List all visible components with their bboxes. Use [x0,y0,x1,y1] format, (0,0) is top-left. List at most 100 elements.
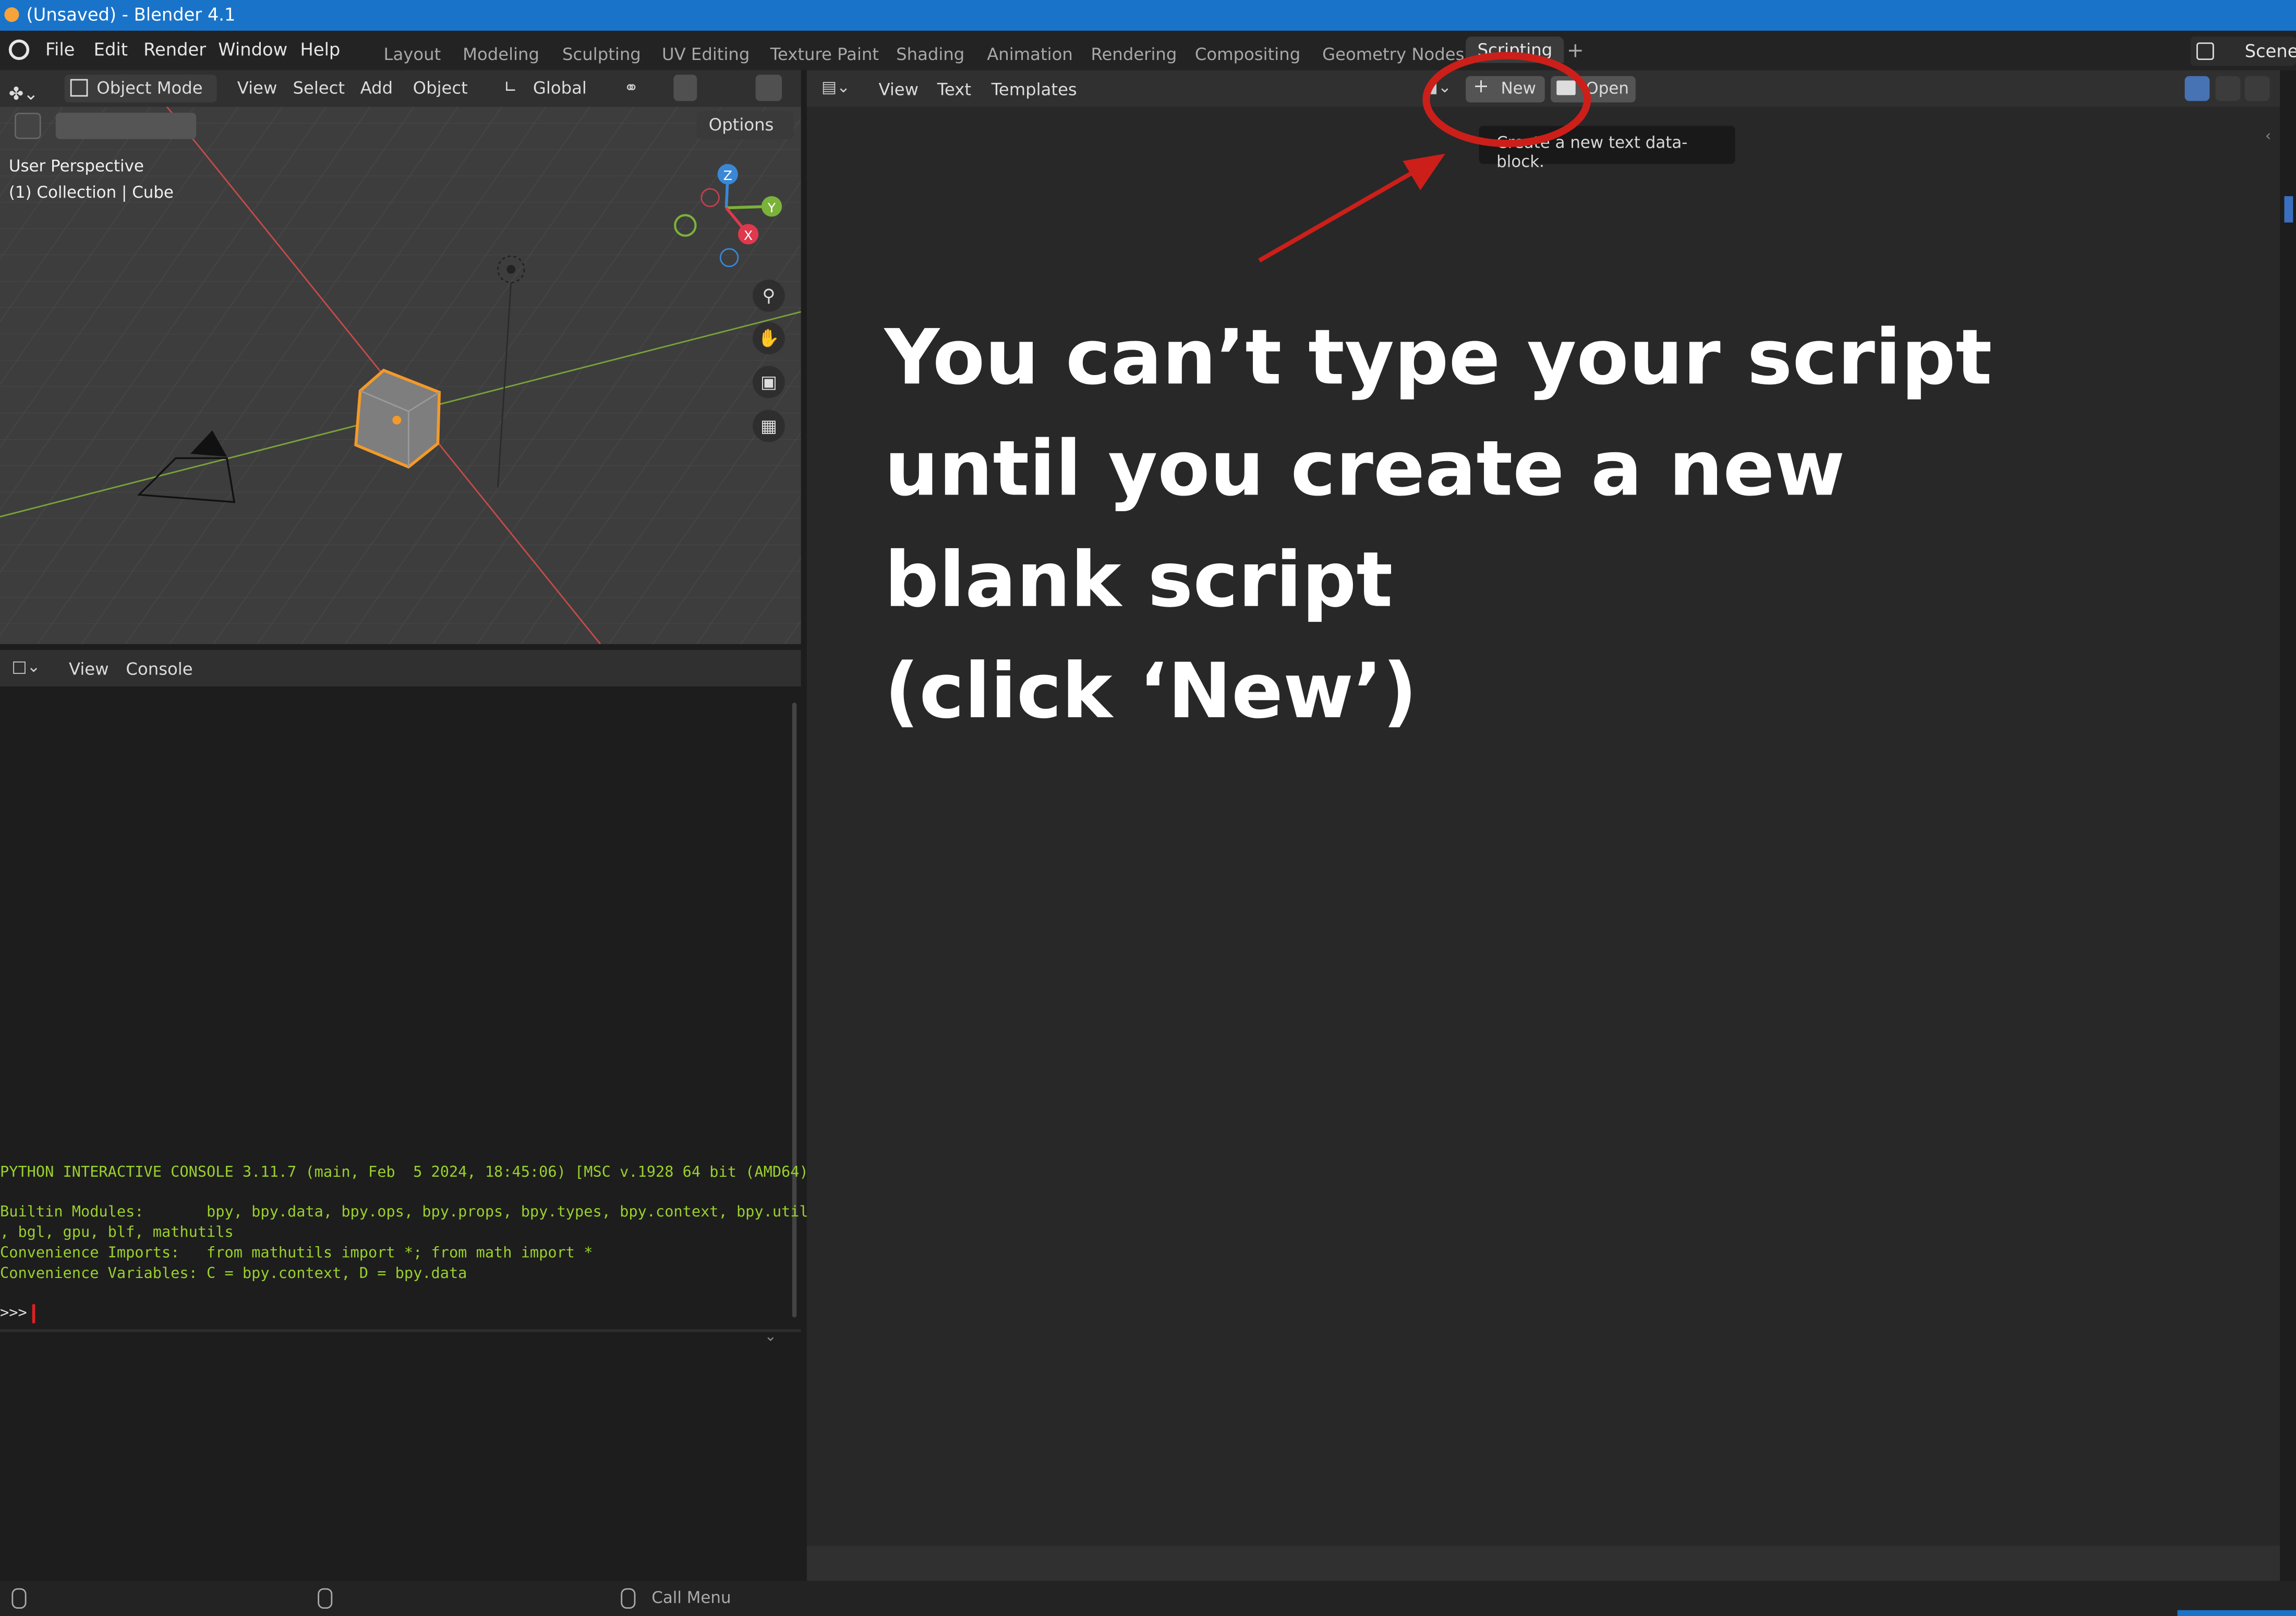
menu-help[interactable]: Help [300,40,341,60]
pan-hand-icon[interactable]: ✋ [753,322,785,355]
tab-animation[interactable]: Animation [987,44,1073,64]
status-accent [2177,1610,2296,1616]
annotation-line: You can’t type your script [884,315,1992,403]
select-box-tool[interactable] [15,113,41,139]
text-editor-footer [806,1546,2280,1581]
console-output-line: Builtin Modules: bpy, bpy.data, bpy.ops,… [0,1204,817,1221]
object-mode-dropdown[interactable]: Object Mode [64,75,217,103]
text-menu-text[interactable]: Text [937,79,971,100]
orientation-icon: ∟ [503,77,517,97]
open-button-label: Open [1586,79,1629,99]
console-editor-type-icon[interactable]: □⌄ [11,657,40,676]
viewport-menu-view[interactable]: View [237,78,277,98]
orientation-dropdown[interactable]: ∟ Global [498,75,612,103]
tab-scripting[interactable]: Scripting [1466,37,1564,63]
tab-shading[interactable]: Shading [896,44,964,64]
new-text-button[interactable]: + New [1466,76,1545,103]
console-header: □⌄ View Console [0,649,801,687]
camera-view-icon[interactable]: ▣ [753,366,785,399]
zoom-icon[interactable]: ⚲ [753,279,785,312]
python-console[interactable]: □⌄ View Console PYTHON INTERACTIVE CONSO… [0,649,817,1581]
viewport-menu-object[interactable]: Object [413,78,468,98]
scene-label: Scene [2244,41,2296,62]
console-menu-console[interactable]: Console [126,659,192,679]
text-menu-templates[interactable]: Templates [992,79,1077,100]
viewport-menu-add[interactable]: Add [360,78,393,98]
browse-text-icon[interactable]: ▮⌄ [1429,78,1452,97]
snap-icon[interactable] [673,75,697,101]
editor-type-icon[interactable]: ✤⌄ [9,78,50,104]
right-edge-tab[interactable] [2284,196,2293,223]
tooltip-text: Create a new text data-block. [1496,133,1688,172]
folder-icon [1556,80,1576,95]
plus-icon: + [1473,76,1489,99]
right-edge-strip [2280,70,2296,1581]
proportional-edit-icon[interactable] [755,75,782,101]
console-menu-view[interactable]: View [69,659,109,679]
console-output-line: , bgl, gpu, blf, mathutils [0,1225,234,1241]
tooltip: Create a new text data-block. [1479,126,1735,171]
top-menu-bar: File Edit Render Window Help Layout Mode… [0,30,2296,70]
gizmo-z-label: Z [723,168,732,183]
text-editor-type-icon[interactable]: ▤⌄ [821,78,850,97]
gizmo-y-label: Y [767,200,776,215]
annotation-line: blank script [884,537,1393,625]
menu-render[interactable]: Render [143,40,206,60]
new-button-label: New [1501,79,1536,99]
line-numbers-toggle-icon[interactable] [2184,76,2210,101]
options-dropdown[interactable]: Options [697,111,794,139]
tab-modeling[interactable]: Modeling [463,44,539,64]
word-wrap-toggle-icon[interactable] [2215,76,2241,101]
orientation-label: Global [533,77,587,99]
scene-selector[interactable]: Scene [2190,37,2296,66]
console-output-line: PYTHON INTERACTIVE CONSOLE 3.11.7 (main,… [0,1165,817,1181]
selection-mode-buttons[interactable] [55,113,197,139]
perspective-toggle-icon[interactable]: ▦ [753,409,785,442]
collection-label: (1) Collection | Cube [8,183,174,202]
status-bar: Call Menu [0,1581,2296,1616]
console-divider [0,1329,801,1332]
menu-edit[interactable]: Edit [94,40,128,60]
tab-layout[interactable]: Layout [384,44,441,64]
console-output-line: Convenience Variables: C = bpy.context, … [0,1266,467,1283]
annotation-line: (click ‘New’) [884,648,1418,737]
text-menu-view[interactable]: View [878,79,919,100]
viewport-3d[interactable]: Z Y X ✤⌄ Object Mode View Select Add Obj… [0,70,801,644]
mouse-right-icon [621,1588,636,1609]
menu-window[interactable]: Window [218,40,287,60]
object-mode-label: Object Mode [96,77,203,99]
tab-rendering[interactable]: Rendering [1091,44,1177,64]
perspective-label: User Perspective [8,156,144,176]
pivot-icon[interactable]: ⚭ [624,78,638,98]
gizmo-x-label: X [744,228,753,243]
scene-icon [2196,42,2214,61]
collapse-chevron-icon[interactable]: ⌄ [764,1329,777,1345]
call-menu-hint: Call Menu [651,1588,731,1608]
sidebar-toggle-icon[interactable]: ‹ [2265,129,2271,145]
annotation-line: until you create a new [884,426,1845,514]
text-editor-header: ▤⌄ View Text Templates ▮⌄ + New Open [806,70,2280,107]
blender-window: (Unsaved) - Blender 4.1 File Edit Render… [0,0,2296,1616]
tab-geometry-nodes[interactable]: Geometry Nodes [1322,44,1464,64]
menu-file[interactable]: File [45,40,75,60]
text-editor[interactable]: ▤⌄ View Text Templates ▮⌄ + New Open Cre… [806,70,2280,1581]
tab-uv-editing[interactable]: UV Editing [662,44,750,64]
blender-menu-icon[interactable] [8,39,30,61]
tab-sculpting[interactable]: Sculpting [562,44,641,64]
syntax-highlight-toggle-icon[interactable] [2244,76,2270,101]
console-cursor [32,1304,35,1323]
viewport-menu-select[interactable]: Select [293,78,345,98]
blender-logo-icon [4,7,19,22]
console-scrollbar[interactable] [792,702,797,1318]
open-text-button[interactable]: Open [1551,76,1636,103]
add-workspace-icon[interactable]: + [1567,40,1584,63]
window-title: (Unsaved) - Blender 4.1 [26,4,236,25]
title-bar: (Unsaved) - Blender 4.1 [0,0,2296,31]
viewport-header: ✤⌄ Object Mode View Select Add Object ∟ … [0,70,801,107]
object-mode-icon [70,79,88,97]
options-label: Options [708,114,774,135]
mouse-middle-icon [318,1588,333,1609]
tab-texture-paint[interactable]: Texture Paint [770,44,879,64]
tab-compositing[interactable]: Compositing [1195,44,1300,64]
console-prompt: >>> [0,1306,27,1322]
